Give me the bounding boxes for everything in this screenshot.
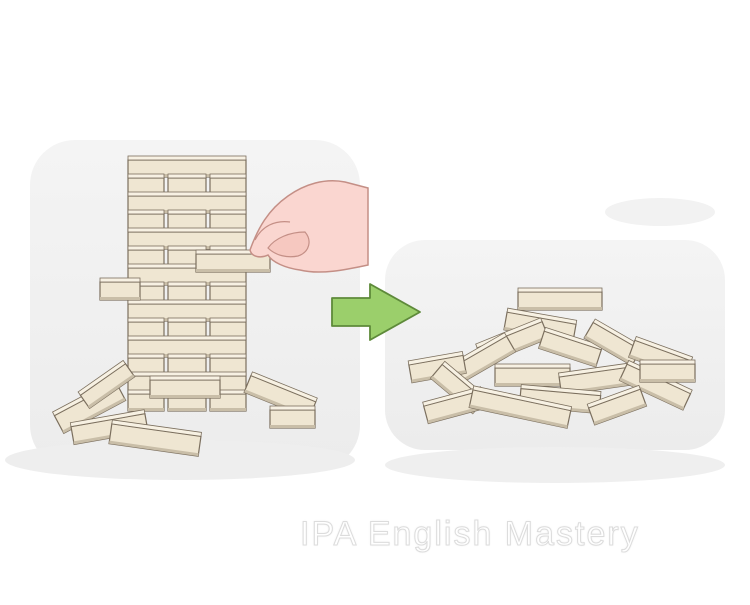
- right-panel-cloud: [605, 198, 715, 226]
- right-panel-base: [385, 447, 725, 483]
- protruding-block: [99, 277, 141, 301]
- pile-block: [639, 359, 696, 383]
- illustration: IPA English Mastery: [0, 0, 750, 600]
- fallen-block: [269, 405, 316, 429]
- pile-block: [517, 287, 603, 311]
- watermark: IPA English Mastery: [300, 515, 640, 554]
- illustration-canvas: [5, 140, 725, 483]
- fallen-block: [149, 375, 221, 399]
